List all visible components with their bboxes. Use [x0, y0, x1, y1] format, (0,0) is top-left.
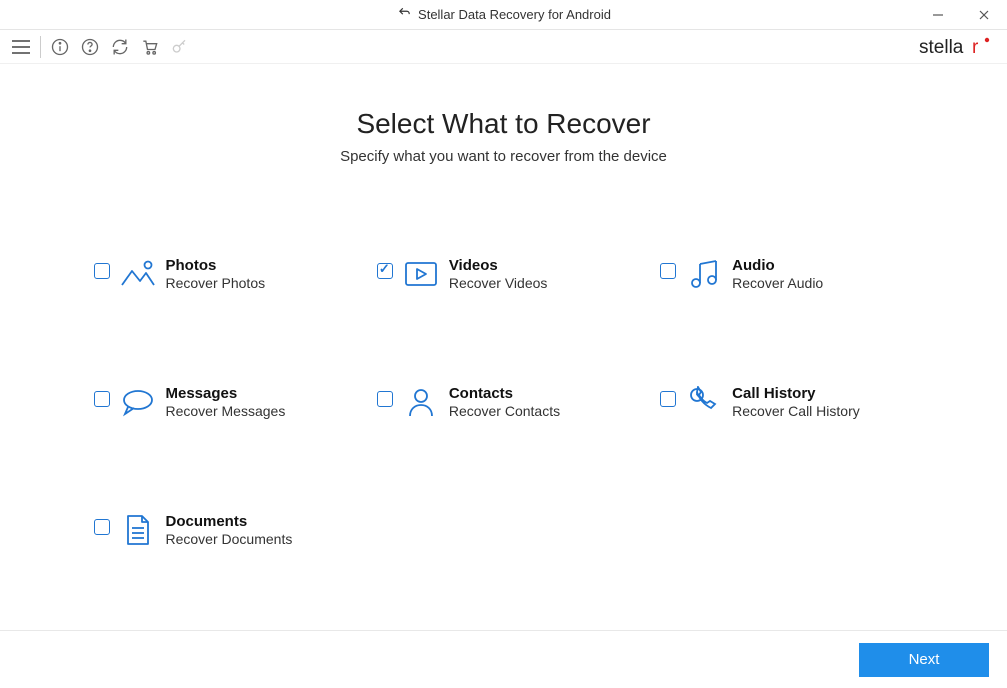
menu-button[interactable] [8, 34, 34, 60]
cart-icon[interactable] [139, 36, 161, 58]
minimize-button[interactable] [915, 0, 961, 30]
option-title: Documents [166, 513, 293, 530]
toolbar-divider [40, 36, 41, 58]
window-controls [915, 0, 1007, 29]
documents-icon [120, 513, 156, 547]
svg-text:stella: stella [919, 37, 964, 58]
page-heading: Select What to Recover [0, 108, 1007, 140]
contacts-icon [403, 385, 439, 419]
option-sub: Recover Call History [732, 403, 860, 419]
messages-icon [120, 385, 156, 419]
checkbox-contacts[interactable] [377, 391, 393, 407]
checkbox-documents[interactable] [94, 519, 110, 535]
footer: Next [0, 630, 1007, 688]
option-callhistory-text: Call History Recover Call History [732, 385, 860, 419]
option-contacts[interactable]: Contacts Recover Contacts [377, 385, 630, 419]
option-title: Videos [449, 257, 548, 274]
close-button[interactable] [961, 0, 1007, 30]
audio-icon [686, 257, 722, 291]
svg-text:r: r [972, 37, 979, 58]
page-subheading: Specify what you want to recover from th… [0, 148, 1007, 165]
option-title: Contacts [449, 385, 560, 402]
titlebar: Stellar Data Recovery for Android [0, 0, 1007, 30]
option-videos[interactable]: Videos Recover Videos [377, 257, 630, 291]
option-documents[interactable]: Documents Recover Documents [94, 513, 347, 547]
option-callhistory[interactable]: Call History Recover Call History [660, 385, 913, 419]
brand-logo: stella r [919, 34, 993, 65]
key-icon [169, 36, 191, 58]
videos-icon [403, 257, 439, 291]
window-title: Stellar Data Recovery for Android [418, 7, 611, 22]
option-documents-text: Documents Recover Documents [166, 513, 293, 547]
toolbar-icons [49, 36, 191, 58]
checkbox-photos[interactable] [94, 263, 110, 279]
option-sub: Recover Contacts [449, 403, 560, 419]
option-title: Messages [166, 385, 286, 402]
photos-icon [120, 257, 156, 291]
option-sub: Recover Messages [166, 403, 286, 419]
option-audio[interactable]: Audio Recover Audio [660, 257, 913, 291]
option-sub: Recover Videos [449, 275, 548, 291]
option-messages-text: Messages Recover Messages [166, 385, 286, 419]
option-title: Photos [166, 257, 266, 274]
checkbox-callhistory[interactable] [660, 391, 676, 407]
option-sub: Recover Documents [166, 531, 293, 547]
option-sub: Recover Audio [732, 275, 823, 291]
option-title: Audio [732, 257, 823, 274]
option-sub: Recover Photos [166, 275, 266, 291]
option-videos-text: Videos Recover Videos [449, 257, 548, 291]
main-content: Select What to Recover Specify what you … [0, 64, 1007, 547]
option-photos[interactable]: Photos Recover Photos [94, 257, 347, 291]
option-contacts-text: Contacts Recover Contacts [449, 385, 560, 419]
titlebar-title-container: Stellar Data Recovery for Android [396, 6, 611, 23]
options-grid: Photos Recover Photos Videos Recover Vid… [94, 257, 914, 547]
checkbox-messages[interactable] [94, 391, 110, 407]
help-icon[interactable] [79, 36, 101, 58]
option-audio-text: Audio Recover Audio [732, 257, 823, 291]
callhistory-icon [686, 385, 722, 419]
checkbox-videos[interactable] [377, 263, 393, 279]
option-photos-text: Photos Recover Photos [166, 257, 266, 291]
toolbar: stella r [0, 30, 1007, 64]
checkbox-audio[interactable] [660, 263, 676, 279]
option-messages[interactable]: Messages Recover Messages [94, 385, 347, 419]
refresh-icon[interactable] [109, 36, 131, 58]
info-icon[interactable] [49, 36, 71, 58]
back-arrow-icon [396, 6, 412, 23]
next-button[interactable]: Next [859, 643, 989, 677]
option-title: Call History [732, 385, 860, 402]
